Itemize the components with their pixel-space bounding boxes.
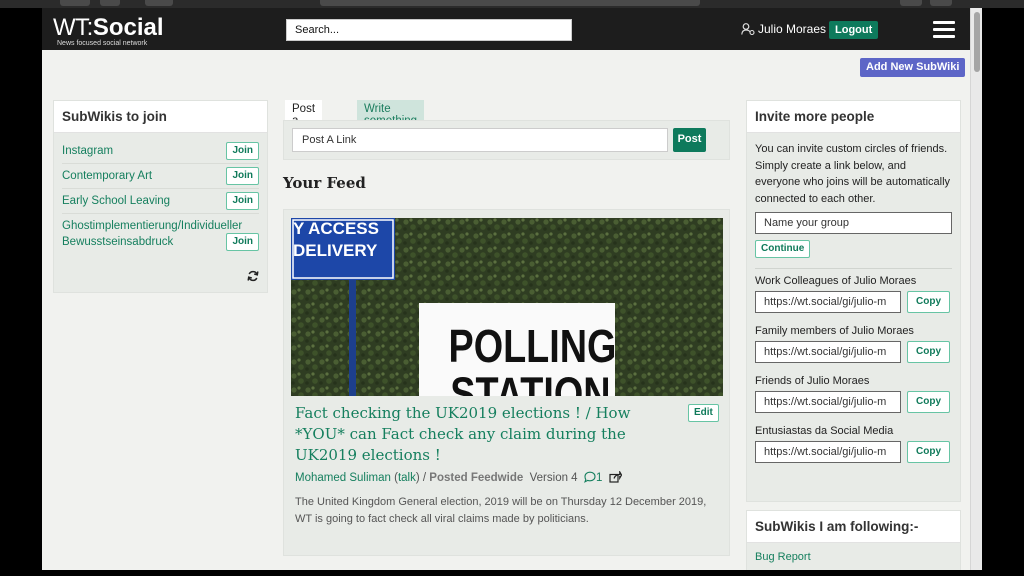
add-new-subwiki-button[interactable]: Add New SubWiki — [860, 58, 966, 77]
browser-top-bar — [0, 0, 1024, 8]
group-name-input[interactable]: Name your group — [755, 212, 952, 234]
image-sign-text: POLLING — [449, 321, 617, 372]
posted-feedwide-label: Posted Feedwide — [429, 472, 524, 484]
logo-tagline: News focused social network — [57, 40, 148, 47]
invite-link-field[interactable]: https://wt.social/gi/julio-m — [755, 291, 901, 313]
join-button[interactable]: Join — [226, 192, 259, 210]
invite-title: Invite more people — [747, 101, 960, 133]
image-sign-text: STATION — [450, 368, 610, 396]
wt-social-logo[interactable]: WT:Social News focused social network — [53, 14, 164, 47]
copy-button[interactable]: Copy — [907, 291, 950, 313]
invite-link-label: Work Colleagues of Julio Moraes — [755, 275, 917, 287]
logo-social: Social — [92, 14, 164, 41]
subwikis-to-join-panel: SubWikis to join Instagram Join Contempo… — [53, 100, 268, 293]
author-link[interactable]: Mohamed Suliman — [295, 472, 391, 484]
feed-title: Your Feed — [283, 174, 366, 192]
subwiki-row: Ghostimplementierung/Individueller Bewus… — [62, 214, 259, 254]
comment-icon[interactable] — [584, 471, 596, 483]
following-title: SubWikis I am following:- — [747, 511, 960, 543]
page-scrollbar[interactable] — [970, 8, 982, 570]
continue-button[interactable]: Continue — [755, 240, 811, 258]
browser-tab[interactable] — [100, 0, 120, 6]
browser-address-bar[interactable] — [320, 0, 700, 6]
invite-link-row: Entusiastas da Social Media https://wt.s… — [747, 419, 960, 469]
following-panel: SubWikis I am following:- Bug Report — [746, 510, 961, 570]
post-meta: Mohamed Suliman (talk) / Posted Feedwide… — [295, 471, 622, 484]
browser-tab[interactable] — [145, 0, 173, 6]
top-navbar: WT:Social News focused social network Se… — [42, 8, 970, 50]
image-sign-text: Y ACCESS — [293, 219, 379, 238]
comment-count[interactable]: 1 — [596, 472, 602, 484]
invite-link-field[interactable]: https://wt.social/gi/julio-m — [755, 391, 901, 413]
following-item[interactable]: Bug Report — [747, 543, 960, 570]
post-image[interactable]: Y ACCESS DELIVERY POLLING STATION — [291, 218, 723, 396]
share-icon[interactable] — [609, 471, 622, 483]
user-settings-icon[interactable] — [741, 23, 755, 35]
invite-link-field[interactable]: https://wt.social/gi/julio-m — [755, 441, 901, 463]
invite-link-row: Work Colleagues of Julio Moraes https://… — [747, 269, 960, 319]
copy-button[interactable]: Copy — [907, 341, 950, 363]
post-title-link[interactable]: Fact checking the UK2019 elections ! / H… — [295, 403, 655, 466]
copy-button[interactable]: Copy — [907, 441, 950, 463]
invite-link-label: Entusiastas da Social Media — [755, 425, 894, 437]
subwiki-row: Early School Leaving Join — [62, 189, 259, 214]
search-input[interactable]: Search... — [286, 19, 572, 41]
copy-button[interactable]: Copy — [907, 391, 950, 413]
subwiki-row: Instagram Join — [62, 139, 259, 164]
invite-link-field[interactable]: https://wt.social/gi/julio-m — [755, 341, 901, 363]
talk-link[interactable]: talk — [398, 472, 416, 484]
subwiki-link[interactable]: Ghostimplementierung/Individueller Bewus… — [62, 218, 242, 250]
tab-post-a-link[interactable]: Post a link — [285, 100, 323, 139]
subwikis-to-join-title: SubWikis to join — [54, 101, 267, 133]
refresh-icon[interactable] — [247, 270, 259, 282]
subwiki-link[interactable]: Early School Leaving — [62, 193, 222, 209]
post-excerpt: The United Kingdom General election, 201… — [295, 496, 707, 525]
subwiki-link[interactable]: Contemporary Art — [62, 168, 222, 184]
join-button[interactable]: Join — [226, 142, 259, 160]
logout-button[interactable]: Logout — [829, 21, 879, 39]
meta-separator: / — [422, 472, 427, 484]
subwiki-row: Contemporary Art Join — [62, 164, 259, 189]
browser-window: WT:Social News focused social network Se… — [42, 8, 982, 570]
subwiki-link[interactable]: Instagram — [62, 143, 222, 159]
feed-post-card: Y ACCESS DELIVERY POLLING STATION Fact c… — [283, 209, 730, 556]
subwiki-list: Instagram Join Contemporary Art Join Ear… — [54, 133, 267, 260]
tab-write-something[interactable]: Write something — [357, 100, 425, 127]
invite-link-label: Family members of Julio Moraes — [755, 325, 914, 337]
invite-link-row: Friends of Julio Moraes https://wt.socia… — [747, 369, 960, 419]
post-button[interactable]: Post — [673, 128, 706, 152]
logo-wt: WT: — [53, 14, 93, 41]
version-label: Version 4 — [529, 472, 578, 484]
join-button[interactable]: Join — [226, 233, 259, 251]
edit-button[interactable]: Edit — [688, 404, 719, 422]
join-button[interactable]: Join — [226, 167, 259, 185]
menu-icon[interactable] — [933, 21, 955, 38]
talk-close-paren: ) — [415, 472, 420, 484]
invite-link-row: Family members of Julio Moraes https://w… — [747, 319, 960, 369]
username[interactable]: Julio Moraes — [758, 22, 826, 36]
browser-tab[interactable] — [900, 0, 922, 6]
post-link-input[interactable]: Post A Link — [292, 128, 668, 152]
browser-tab[interactable] — [60, 0, 90, 6]
invite-panel: Invite more people You can invite custom… — [746, 100, 961, 502]
invite-description: You can invite custom circles of friends… — [755, 143, 951, 205]
browser-tab[interactable] — [930, 0, 952, 6]
scrollbar-thumb[interactable] — [974, 12, 980, 72]
invite-link-label: Friends of Julio Moraes — [755, 375, 870, 387]
image-sign-text: DELIVERY — [293, 241, 378, 260]
post-box: Post A Link Post — [283, 120, 730, 160]
